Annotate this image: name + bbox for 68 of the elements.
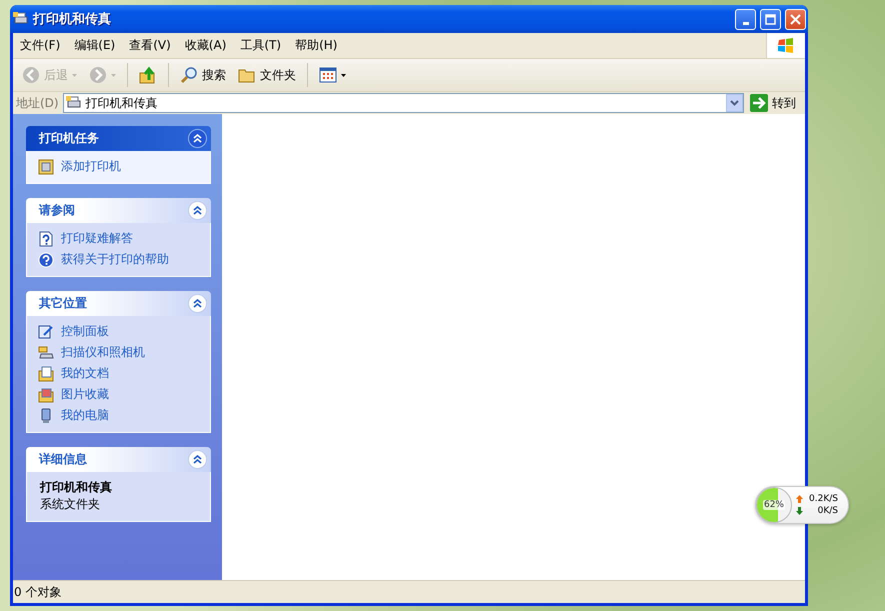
close-button[interactable] [785, 8, 806, 30]
go-arrow-icon [750, 94, 768, 112]
collapse-button[interactable] [188, 450, 207, 469]
detail-name: 打印机和传真 [40, 479, 113, 496]
minimize-button[interactable] [735, 8, 756, 30]
panel-title: 请参阅 [39, 202, 76, 219]
collapse-button[interactable] [188, 129, 207, 148]
panel-title: 其它位置 [39, 295, 88, 312]
help-icon [38, 252, 54, 268]
task-link[interactable]: 获得关于打印的帮助 [38, 251, 198, 268]
collapse-button[interactable] [188, 201, 207, 220]
task-link[interactable]: 我的电脑 [38, 407, 198, 424]
folders-button[interactable]: 文件夹 [233, 63, 301, 87]
panel-title: 打印机任务 [39, 130, 100, 147]
status-bar: 0 个对象 [13, 580, 805, 603]
chevron-down-icon [730, 100, 739, 106]
go-button[interactable]: 转到 [748, 94, 802, 112]
double-chevron-up-icon [193, 299, 202, 308]
download-speed: 0K/S [818, 506, 838, 516]
folder-up-icon [139, 66, 157, 84]
windows-flag-icon [777, 37, 795, 54]
address-field[interactable]: 打印机和传真 [62, 93, 744, 113]
task-link[interactable]: 我的文档 [38, 365, 198, 382]
folder-picture-icon [38, 386, 54, 402]
task-link[interactable]: 打印疑难解答 [38, 230, 198, 247]
task-link[interactable]: 添加打印机 [38, 158, 198, 175]
address-value: 打印机和传真 [86, 94, 159, 112]
menu-item[interactable]: 帮助(H) [288, 35, 344, 56]
maximize-button[interactable] [760, 8, 781, 30]
panel-title: 详细信息 [39, 451, 88, 468]
detail-description: 系统文件夹 [40, 496, 101, 513]
task-link[interactable]: 图片收藏 [38, 386, 198, 403]
panel-icon [38, 324, 54, 340]
double-chevron-up-icon [193, 455, 202, 464]
double-chevron-up-icon [193, 134, 202, 143]
search-button[interactable]: 搜索 [175, 63, 231, 87]
search-icon [180, 66, 198, 84]
panel-header[interactable]: 详细信息 [26, 447, 211, 472]
printer-icon [38, 158, 54, 174]
dropdown-caret-icon [111, 74, 116, 76]
menu-item[interactable]: 编辑(E) [67, 35, 122, 56]
panel-header[interactable]: 请参阅 [26, 198, 211, 223]
menu-item[interactable]: 查看(V) [122, 35, 178, 56]
menu-item[interactable]: 收藏(A) [178, 35, 234, 56]
dropdown-caret-icon [72, 74, 77, 76]
task-link[interactable]: 扫描仪和照相机 [38, 344, 198, 361]
menu-item[interactable]: 文件(F) [13, 35, 68, 56]
close-icon [790, 14, 801, 24]
window-title: 打印机和传真 [33, 11, 112, 28]
double-chevron-up-icon [193, 206, 202, 215]
dropdown-button[interactable] [726, 94, 743, 112]
view-grid-icon [319, 66, 337, 84]
panel-header[interactable]: 打印机任务 [26, 126, 211, 151]
menu-item[interactable]: 工具(T) [233, 35, 288, 56]
minimize-icon [742, 22, 748, 24]
upload-speed: 0.2K/S [809, 494, 838, 504]
help-page-icon [38, 230, 54, 246]
scanner-icon [38, 344, 54, 360]
panel-header[interactable]: 其它位置 [26, 291, 211, 316]
dropdown-caret-icon [341, 74, 346, 76]
folder-document-icon [38, 366, 54, 382]
usage-percent: 62% [762, 500, 785, 510]
maximize-icon [765, 14, 776, 24]
upload-arrow-icon [796, 495, 803, 503]
task-link[interactable]: 控制面板 [38, 323, 198, 340]
download-arrow-icon [796, 507, 803, 515]
address-label: 地址(D) [16, 94, 59, 112]
collapse-button[interactable] [188, 294, 207, 313]
